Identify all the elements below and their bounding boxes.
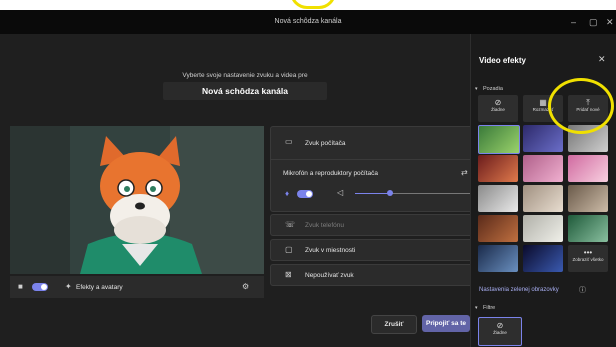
bg-thumbnail[interactable] [478,155,518,182]
effects-icon: ✦ [65,282,72,291]
swap-icon[interactable]: ⇄ [461,168,468,178]
camera-toggle[interactable] [32,283,48,291]
bg-thumbnail[interactable] [523,215,563,242]
prejoin-prompt: Vyberte svoje nastavenie zvuku a videa p… [182,72,308,79]
window-title: Nová schôdza kanála [274,18,342,25]
effects-button[interactable]: Efekty a avatary [76,284,123,291]
maximize-button[interactable]: ▢ [589,10,598,34]
settings-gear-icon[interactable]: ⚙ [242,282,249,292]
bg-thumbnail[interactable] [568,155,608,182]
cancel-button[interactable]: Zrušiť [371,315,417,334]
minimize-button[interactable]: – [571,10,576,34]
close-panel-icon[interactable]: ✕ [598,54,606,65]
filters-caret-icon: ▾ [475,305,478,311]
none-icon: ⊘ [494,98,502,107]
computer-audio-panel: ▭ Zvuk počítača Mikrofón a reproduktory … [270,126,480,212]
bg-thumbnail[interactable] [478,245,518,272]
meeting-name: Nová schôdza kanála [163,82,327,100]
microphone-icon: ♦ [285,189,290,198]
computer-audio-option[interactable]: Zvuk počítača [305,140,345,147]
video-preview [10,126,264,274]
phone-audio-option[interactable]: Zvuk telefónu [305,222,344,229]
teams-window: Nová schôdza kanála – ▢ ✕ Vyberte svoje … [0,10,616,347]
show-all-backgrounds-button[interactable]: ••• Zobraziť všetko [568,245,608,272]
no-audio-icon: ⊠ [285,270,292,279]
filter-none-label: Žiadne [493,330,507,335]
room-icon: ▢ [285,245,293,254]
close-window-button[interactable]: ✕ [606,10,614,34]
fox-avatar-image [10,126,264,274]
annotation-highlight-add-new [548,78,614,134]
phone-icon: ☏ [285,220,296,229]
volume-slider-fill [355,193,390,194]
filter-none-option[interactable]: ⊘ Žiadne [478,317,522,346]
backgrounds-label: Pozadia [483,86,503,92]
bg-thumbnail[interactable] [523,245,563,272]
bg-thumbnail[interactable] [523,185,563,212]
green-screen-settings-link[interactable]: Nastavenia zelenej obrazovky [479,287,559,293]
collapse-caret-icon: ▾ [475,86,478,92]
info-icon[interactable]: ⓘ [579,285,586,295]
bg-none-option[interactable]: ⊘ Žiadne [478,95,518,122]
filters-label: Filtre [483,305,496,311]
none-icon: ⊘ [496,321,504,330]
bg-thumbnail[interactable] [523,155,563,182]
bg-thumbnail[interactable] [568,215,608,242]
bg-thumbnail[interactable] [478,125,520,154]
more-icon: ••• [583,248,593,257]
bg-thumbnail[interactable] [478,185,518,212]
bg-thumbnail[interactable] [478,215,518,242]
join-button[interactable]: Pripojiť sa te [422,315,470,332]
audio-device-select[interactable]: Mikrofón a reproduktory počítača [283,170,378,177]
video-toolbar: ■ ✦ Efekty a avatary ⚙ [10,276,264,298]
camera-icon: ■ [18,282,23,291]
laptop-icon: ▭ [285,137,293,146]
microphone-toggle[interactable] [297,190,313,198]
annotation-highlight-top [290,0,336,9]
title-bar: Nová schôdza kanála – ▢ ✕ [0,10,616,34]
panel-title: Video efekty [479,56,526,65]
phone-audio-row[interactable]: ☏ Zvuk telefónu [270,214,480,236]
bg-thumbnail[interactable] [523,125,563,152]
room-audio-row[interactable]: ▢ Zvuk v miestnosti [270,239,480,261]
bg-thumbnail[interactable] [568,185,608,212]
volume-slider-thumb[interactable] [387,190,393,196]
room-audio-option[interactable]: Zvuk v miestnosti [305,247,355,254]
bg-none-label: Žiadne [491,107,505,112]
show-all-label: Zobraziť všetko [572,257,604,262]
no-audio-row[interactable]: ⊠ Nepoužívať zvuk [270,264,480,286]
prejoin-area: Vyberte svoje nastavenie zvuku a videa p… [0,34,480,347]
no-audio-option[interactable]: Nepoužívať zvuk [305,272,354,279]
speaker-icon: ◁ [337,188,344,197]
